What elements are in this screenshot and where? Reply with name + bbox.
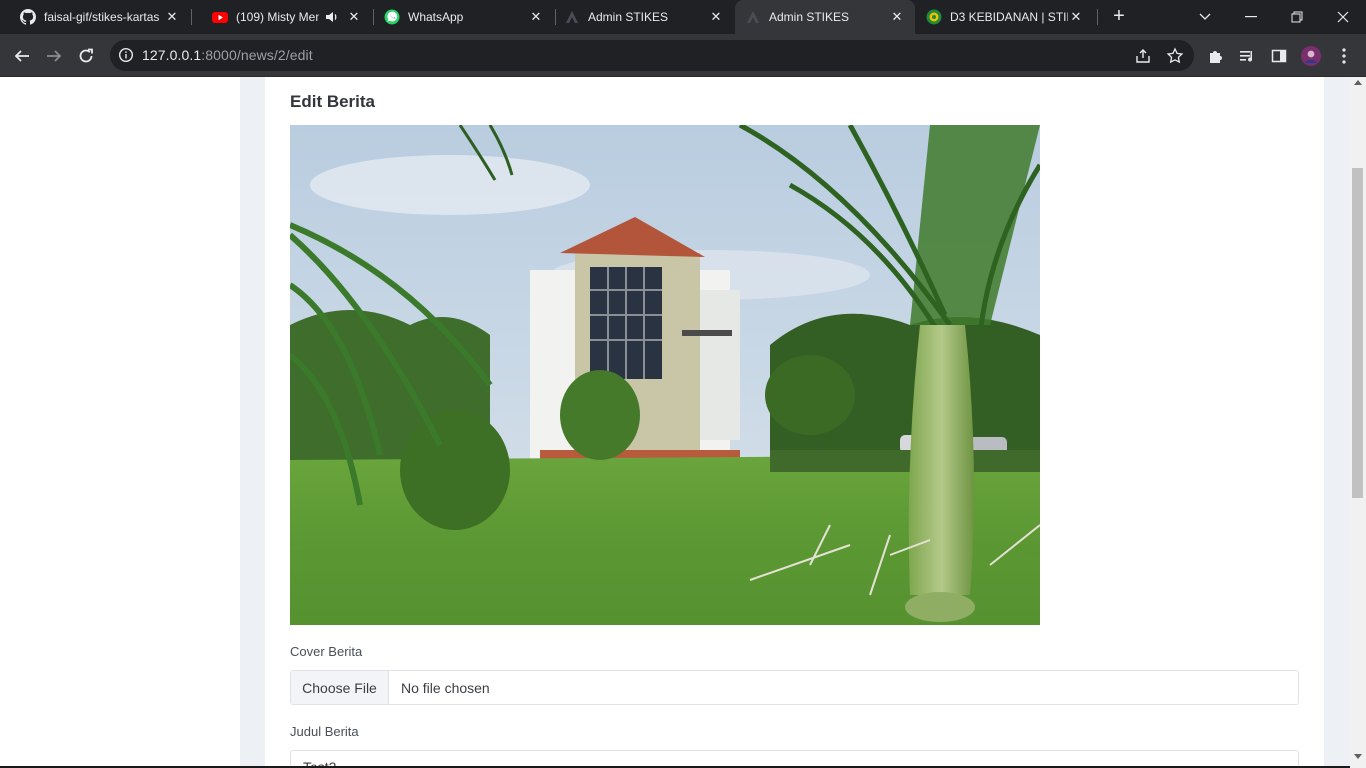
address-bar[interactable]: 127.0.0.1:8000/news/2/edit bbox=[110, 40, 1194, 71]
scroll-up-arrow-icon[interactable] bbox=[1354, 80, 1362, 85]
url-host: 127.0.0.1 bbox=[142, 47, 202, 63]
browser-tab-whatsapp[interactable]: WhatsApp ✕ bbox=[374, 0, 554, 34]
site-info-icon[interactable] bbox=[118, 47, 134, 63]
share-icon[interactable] bbox=[1134, 47, 1152, 65]
choose-file-button[interactable]: Choose File bbox=[291, 671, 389, 704]
reload-icon[interactable] bbox=[72, 42, 100, 70]
close-tab-icon[interactable]: ✕ bbox=[346, 9, 362, 25]
url-text[interactable]: 127.0.0.1:8000/news/2/edit bbox=[142, 47, 313, 63]
new-tab-button[interactable]: + bbox=[1108, 5, 1130, 27]
page-scrollbar[interactable] bbox=[1350, 77, 1366, 768]
scroll-thumb[interactable] bbox=[1352, 168, 1363, 498]
browser-tab-admin-1[interactable]: Admin STIKES ✕ bbox=[556, 0, 734, 34]
cover-photo bbox=[290, 125, 1040, 625]
cover-label: Cover Berita bbox=[290, 644, 363, 659]
browser-tab-admin-active[interactable]: Admin STIKES ✕ bbox=[735, 0, 915, 34]
profile-avatar[interactable] bbox=[1301, 46, 1321, 66]
close-tab-icon[interactable]: ✕ bbox=[528, 9, 544, 25]
browser-toolbar: 127.0.0.1:8000/news/2/edit bbox=[0, 34, 1366, 77]
cover-image-preview bbox=[290, 125, 1040, 625]
browser-tab-college[interactable]: D3 KEBIDANAN | STIK ✕ bbox=[916, 0, 1096, 34]
close-tab-icon[interactable]: ✕ bbox=[889, 9, 905, 25]
tab-strip: faisal-gif/stikes-kartas ✕ (109) Misty M… bbox=[0, 0, 1366, 34]
tab-title: Admin STIKES bbox=[588, 10, 669, 24]
minimize-icon[interactable] bbox=[1228, 0, 1274, 34]
page-viewport: Edit Berita Cover Berita Choose File No … bbox=[0, 77, 1350, 768]
tab-search-icon[interactable] bbox=[1182, 0, 1228, 34]
scroll-down-arrow-icon[interactable] bbox=[1354, 754, 1362, 759]
more-menu-icon[interactable] bbox=[1334, 46, 1354, 66]
tab-title: Admin STIKES bbox=[769, 10, 850, 24]
close-tab-icon[interactable]: ✕ bbox=[1068, 9, 1084, 25]
youtube-icon bbox=[212, 9, 228, 25]
page-gutter-right bbox=[1324, 77, 1350, 768]
media-queue-icon[interactable] bbox=[1237, 46, 1257, 66]
edit-news-card: Edit Berita Cover Berita Choose File No … bbox=[265, 77, 1324, 768]
admin-logo-icon bbox=[564, 9, 580, 25]
side-panel-icon[interactable] bbox=[1269, 46, 1289, 66]
judul-label: Judul Berita bbox=[290, 724, 359, 739]
close-window-icon[interactable] bbox=[1320, 0, 1366, 34]
bookmark-star-icon[interactable] bbox=[1166, 47, 1184, 65]
restore-icon[interactable] bbox=[1274, 0, 1320, 34]
tab-title: WhatsApp bbox=[408, 10, 464, 24]
extensions-puzzle-icon[interactable] bbox=[1206, 46, 1226, 66]
forward-arrow-icon[interactable] bbox=[40, 42, 68, 70]
close-tab-icon[interactable]: ✕ bbox=[708, 9, 724, 25]
tab-title: faisal-gif/stikes-kartas bbox=[44, 10, 160, 24]
college-logo-icon bbox=[926, 9, 942, 25]
browser-tab-youtube[interactable]: (109) Misty Mem ✕ bbox=[192, 0, 372, 34]
page-gutter-left bbox=[240, 77, 265, 768]
github-icon bbox=[20, 9, 36, 25]
sidebar-area bbox=[0, 77, 240, 768]
page-title: Edit Berita bbox=[290, 92, 376, 111]
close-tab-icon[interactable]: ✕ bbox=[164, 9, 180, 25]
tab-title: D3 KEBIDANAN | STIK bbox=[950, 10, 1068, 24]
cover-file-input[interactable]: Choose File No file chosen bbox=[290, 670, 1299, 705]
url-path: :8000/news/2/edit bbox=[201, 47, 313, 63]
back-arrow-icon[interactable] bbox=[8, 42, 36, 70]
file-status-text: No file chosen bbox=[401, 679, 490, 696]
browser-tab-github[interactable]: faisal-gif/stikes-kartas ✕ bbox=[0, 0, 190, 34]
audio-playing-icon[interactable] bbox=[325, 9, 340, 25]
admin-logo-icon bbox=[745, 9, 761, 25]
tab-separator bbox=[1097, 9, 1098, 25]
tab-title: (109) Misty Mem bbox=[236, 10, 320, 24]
whatsapp-icon bbox=[384, 9, 400, 25]
